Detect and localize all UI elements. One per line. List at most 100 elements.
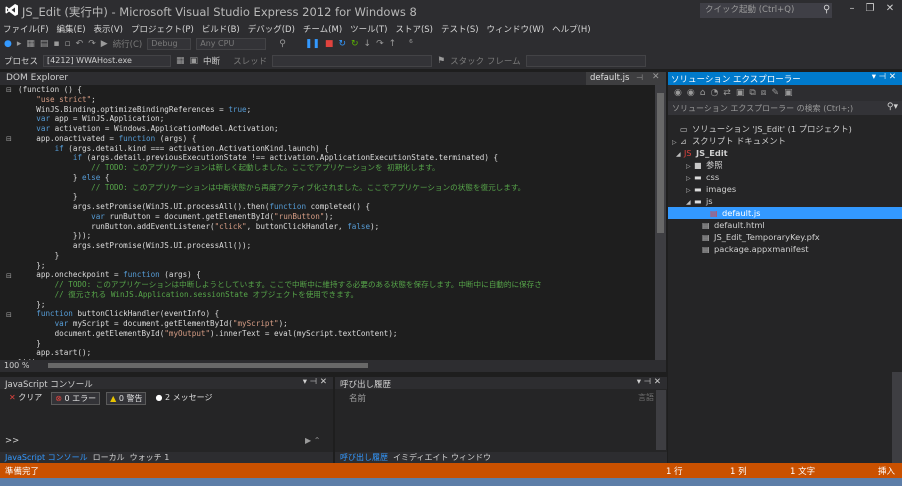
tree-item[interactable]: ▷ ■ 参照 xyxy=(668,159,902,171)
code-line[interactable]: } else { xyxy=(18,173,655,183)
column-header-name[interactable]: 名前 xyxy=(349,392,366,404)
tree-item[interactable]: ◢ JS JS_Edit xyxy=(668,147,902,159)
thread-dropdown[interactable] xyxy=(272,54,433,67)
code-line[interactable]: function buttonClickHandler(eventInfo) { xyxy=(18,309,655,319)
panel-tab[interactable]: ローカル xyxy=(93,452,125,463)
forward-icon[interactable]: ▸ xyxy=(17,39,22,49)
lifecycle-icon[interactable]: ▦ xyxy=(176,56,185,66)
flag-icon[interactable]: ⚑ xyxy=(437,56,445,66)
step-into-icon[interactable]: ↓ xyxy=(364,39,372,49)
sync-icon[interactable]: ▣ xyxy=(736,88,745,98)
close-tab-icon[interactable]: ✕ xyxy=(652,72,660,82)
close-icon[interactable]: ✕ xyxy=(882,3,898,14)
code-line[interactable]: args.setPromise(WinJS.UI.processAll()); xyxy=(18,241,655,251)
fold-toggle-icon[interactable]: ⊟ xyxy=(6,86,12,94)
restart-icon[interactable]: ↻ xyxy=(338,39,346,49)
tree-item[interactable]: ▤ package.appxmanifest xyxy=(668,243,902,255)
menu-item[interactable]: ツール(T) xyxy=(350,23,387,35)
tree-item[interactable]: ▤ default.js xyxy=(668,207,902,219)
suspend-icon[interactable]: ▣ xyxy=(190,56,199,66)
config-dropdown[interactable]: Debug xyxy=(147,38,192,50)
code-line[interactable]: // TODO: このアプリケーションは新しく起動しました。ここでアプリケーショ… xyxy=(18,163,655,173)
panel-controls[interactable]: ▾ ⊣ ✕ xyxy=(637,377,661,387)
panel-tab[interactable]: ウォッチ 1 xyxy=(130,452,170,463)
menu-item[interactable]: 編集(E) xyxy=(57,23,86,35)
code-line[interactable]: if (args.detail.previousExecutionState !… xyxy=(18,153,655,163)
tree-item[interactable]: ▷ ▬ css xyxy=(668,171,902,183)
tree-item[interactable]: ▤ JS_Edit_TemporaryKey.pfx xyxy=(668,231,902,243)
panel-controls[interactable]: ▾ ⊣ ✕ xyxy=(872,72,896,82)
tree-item[interactable]: ▷ ⊿ スクリプト ドキュメント xyxy=(668,135,902,147)
show-all-files-icon[interactable]: ⧈ xyxy=(761,88,767,98)
code-content[interactable]: (function () { "use strict"; WinJS.Bindi… xyxy=(18,85,655,360)
pause-icon[interactable]: ❚❚ xyxy=(305,39,320,49)
tree-item[interactable]: ◢ ▬ js xyxy=(668,195,902,207)
code-line[interactable]: // TODO: このアプリケーションは中断しようとしています。ここで中断中に維… xyxy=(18,280,655,290)
menu-item[interactable]: プロジェクト(P) xyxy=(131,23,194,35)
process-dropdown[interactable]: [4212] WWAHost.exe xyxy=(43,54,172,67)
code-line[interactable]: var app = WinJS.Application; xyxy=(18,114,655,124)
save-all-icon[interactable]: ▫ xyxy=(65,39,71,49)
pin-icon[interactable]: ⊣ xyxy=(636,73,643,82)
collapse-all-icon[interactable]: ⧉ xyxy=(749,88,755,98)
menu-item[interactable]: ビルド(B) xyxy=(202,23,240,35)
back-icon[interactable]: ● xyxy=(4,39,12,49)
code-line[interactable]: "use strict"; xyxy=(18,95,655,105)
code-line[interactable]: runButton.addEventListener("click", butt… xyxy=(18,222,655,232)
code-line[interactable]: }; xyxy=(18,300,655,310)
fold-toggle-icon[interactable]: ⊟ xyxy=(6,272,12,280)
code-line[interactable]: WinJS.Binding.optimizeBindingReferences … xyxy=(18,105,655,115)
code-line[interactable]: var activation = Windows.ApplicationMode… xyxy=(18,124,655,134)
fold-toggle-icon[interactable]: ⊟ xyxy=(6,135,12,143)
panel-tab[interactable]: イミディエイト ウィンドウ xyxy=(393,452,491,463)
console-prompt[interactable]: >> xyxy=(5,436,19,446)
panel-controls[interactable]: ▾ ⊣ ✕ xyxy=(303,377,327,387)
step-out-icon[interactable]: ↑ xyxy=(389,39,397,49)
save-icon[interactable]: ▪ xyxy=(53,39,59,49)
code-line[interactable]: app.oncheckpoint = function (args) { xyxy=(18,270,655,280)
back-icon[interactable]: ◉ xyxy=(674,88,682,98)
tree-item[interactable]: ▤ default.html xyxy=(668,219,902,231)
horizontal-scrollbar-thumb[interactable] xyxy=(48,363,368,368)
code-line[interactable]: document.getElementById("myOutput").inne… xyxy=(18,329,655,339)
step-over-icon[interactable]: ↷ xyxy=(376,39,384,49)
code-line[interactable]: } xyxy=(18,339,655,349)
redo-icon[interactable]: ↷ xyxy=(88,39,96,49)
continue-icon[interactable]: ▶ xyxy=(101,39,108,49)
pending-changes-icon[interactable]: ◔ xyxy=(710,88,718,98)
code-line[interactable]: // 復元される WinJS.Application.sessionState … xyxy=(18,290,655,300)
clear-button[interactable]: ✕ クリア xyxy=(6,392,45,405)
solution-search-input[interactable]: ソリューション エクスプローラー の検索 (Ctrl+;) ⚲▾ xyxy=(668,101,902,115)
errors-filter-button[interactable]: ⊗ 0 エラー xyxy=(51,392,101,405)
open-icon[interactable]: ▤ xyxy=(40,39,49,49)
code-line[interactable]: } xyxy=(18,251,655,261)
code-editor[interactable]: ⊟ ⊟ ⊟ ⊟ (function () { "use strict"; Win… xyxy=(0,85,655,360)
menu-item[interactable]: 表示(V) xyxy=(94,23,123,35)
code-line[interactable]: // TODO: このアプリケーションは中断状態から再度アクティブ化されました。… xyxy=(18,183,655,193)
code-line[interactable]: (function () { xyxy=(18,85,655,95)
menu-item[interactable]: ヘルプ(H) xyxy=(552,23,591,35)
menu-item[interactable]: チーム(M) xyxy=(303,23,342,35)
platform-dropdown[interactable]: Any CPU xyxy=(196,38,267,50)
preview-icon[interactable]: ▣ xyxy=(784,88,793,98)
dom-explorer-title[interactable]: DOM Explorer xyxy=(6,73,68,83)
panel-tab[interactable]: 呼び出し履歴 xyxy=(340,452,388,463)
call-stack-scrollbar[interactable] xyxy=(656,390,666,450)
menu-item[interactable]: ウィンドウ(W) xyxy=(487,23,545,35)
code-line[interactable]: app.onactivated = function (args) { xyxy=(18,134,655,144)
messages-filter-button[interactable]: ● 2 メッセージ xyxy=(152,392,215,405)
code-line[interactable]: args.setPromise(WinJS.UI.processAll().th… xyxy=(18,202,655,212)
quick-launch-input[interactable]: クイック起動 (Ctrl+Q) xyxy=(700,3,832,18)
fold-toggle-icon[interactable]: ⊟ xyxy=(6,311,12,319)
undo-icon[interactable]: ↶ xyxy=(76,39,84,49)
tree-item[interactable]: ▷ ▬ images xyxy=(668,183,902,195)
continue-button[interactable]: 続行(C) xyxy=(113,38,143,50)
code-line[interactable]: })); xyxy=(18,231,655,241)
code-line[interactable]: } xyxy=(18,192,655,202)
code-line[interactable]: var myScript = document.getElementById("… xyxy=(18,319,655,329)
restore-icon[interactable]: ❐ xyxy=(862,3,878,14)
menu-item[interactable]: ストア(S) xyxy=(395,23,433,35)
tree-item[interactable]: ▭ ソリューション 'JS_Edit' (1 プロジェクト) xyxy=(668,123,902,135)
menu-item[interactable]: デバッグ(D) xyxy=(248,23,295,35)
search-icon[interactable]: ⚲ xyxy=(823,4,830,15)
